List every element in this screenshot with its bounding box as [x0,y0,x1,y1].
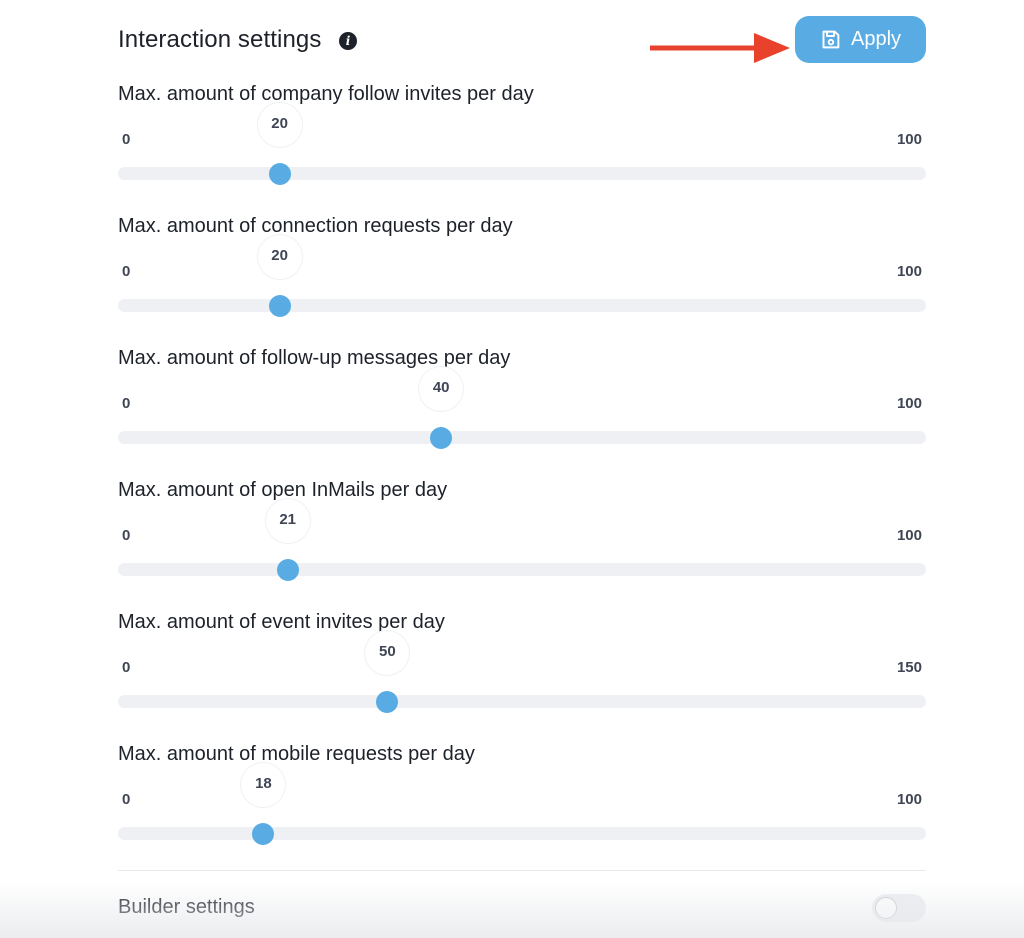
slider-thumb[interactable] [268,163,291,185]
panel-header: Interaction settings i Apply [118,16,926,63]
slider-thumb[interactable] [430,427,453,449]
arrow-annotation-icon [650,33,790,63]
slider-min-label: 0 [122,659,131,676]
slider-label: Max. amount of mobile requests per day [118,743,475,765]
toggle-knob [875,897,897,919]
slider-track[interactable] [118,827,926,840]
slider-connection-requests: Max. amount of connection requests per d… [118,215,926,325]
slider-open-inmails: Max. amount of open InMails per day 0 10… [118,479,926,589]
slider-track[interactable] [118,563,926,576]
slider-value-bubble: 21 [265,499,310,543]
slider-thumb[interactable] [252,823,275,845]
slider-company-follow-invites: Max. amount of company follow invites pe… [118,83,926,193]
apply-button[interactable]: Apply [795,16,926,63]
slider-track[interactable] [118,431,926,444]
slider-follow-up-messages: Max. amount of follow-up messages per da… [118,347,926,457]
interaction-settings-panel: Interaction settings i Apply Max. amount… [118,0,926,938]
slider-track[interactable] [118,167,926,180]
slider-label: Max. amount of follow-up messages per da… [118,347,511,369]
slider-max-label: 100 [896,527,922,544]
slider-max-label: 100 [896,263,922,280]
slider-track[interactable] [118,299,926,312]
slider-thumb[interactable] [276,559,299,581]
slider-value-bubble: 50 [365,631,410,675]
slider-value-bubble: 18 [241,763,286,807]
slider-value-bubble: 40 [419,367,464,411]
slider-max-label: 100 [896,395,922,412]
slider-thumb[interactable] [268,295,291,317]
slider-min-label: 0 [122,791,131,808]
slider-min-label: 0 [122,395,131,412]
page-title: Interaction settings [118,26,322,53]
section-divider [118,870,926,871]
slider-label: Max. amount of company follow invites pe… [118,83,534,105]
slider-thumb[interactable] [376,691,399,713]
slider-track[interactable] [118,695,926,708]
builder-settings-label: Builder settings [118,896,255,918]
slider-max-label: 150 [896,659,922,676]
slider-min-label: 0 [122,131,131,148]
slider-mobile-requests: Max. amount of mobile requests per day 0… [118,743,926,853]
apply-button-label: Apply [850,28,902,50]
slider-event-invites: Max. amount of event invites per day 0 1… [118,611,926,721]
save-icon [822,30,840,49]
slider-max-label: 100 [896,131,922,148]
slider-min-label: 0 [122,527,131,544]
slider-max-label: 100 [896,791,922,808]
slider-label: Max. amount of event invites per day [118,611,445,633]
builder-settings-toggle[interactable] [872,894,926,922]
info-icon[interactable]: i [339,32,357,50]
slider-value-bubble: 20 [257,235,302,279]
slider-value-bubble: 20 [257,103,302,147]
slider-min-label: 0 [122,263,131,280]
slider-label: Max. amount of connection requests per d… [118,215,513,237]
